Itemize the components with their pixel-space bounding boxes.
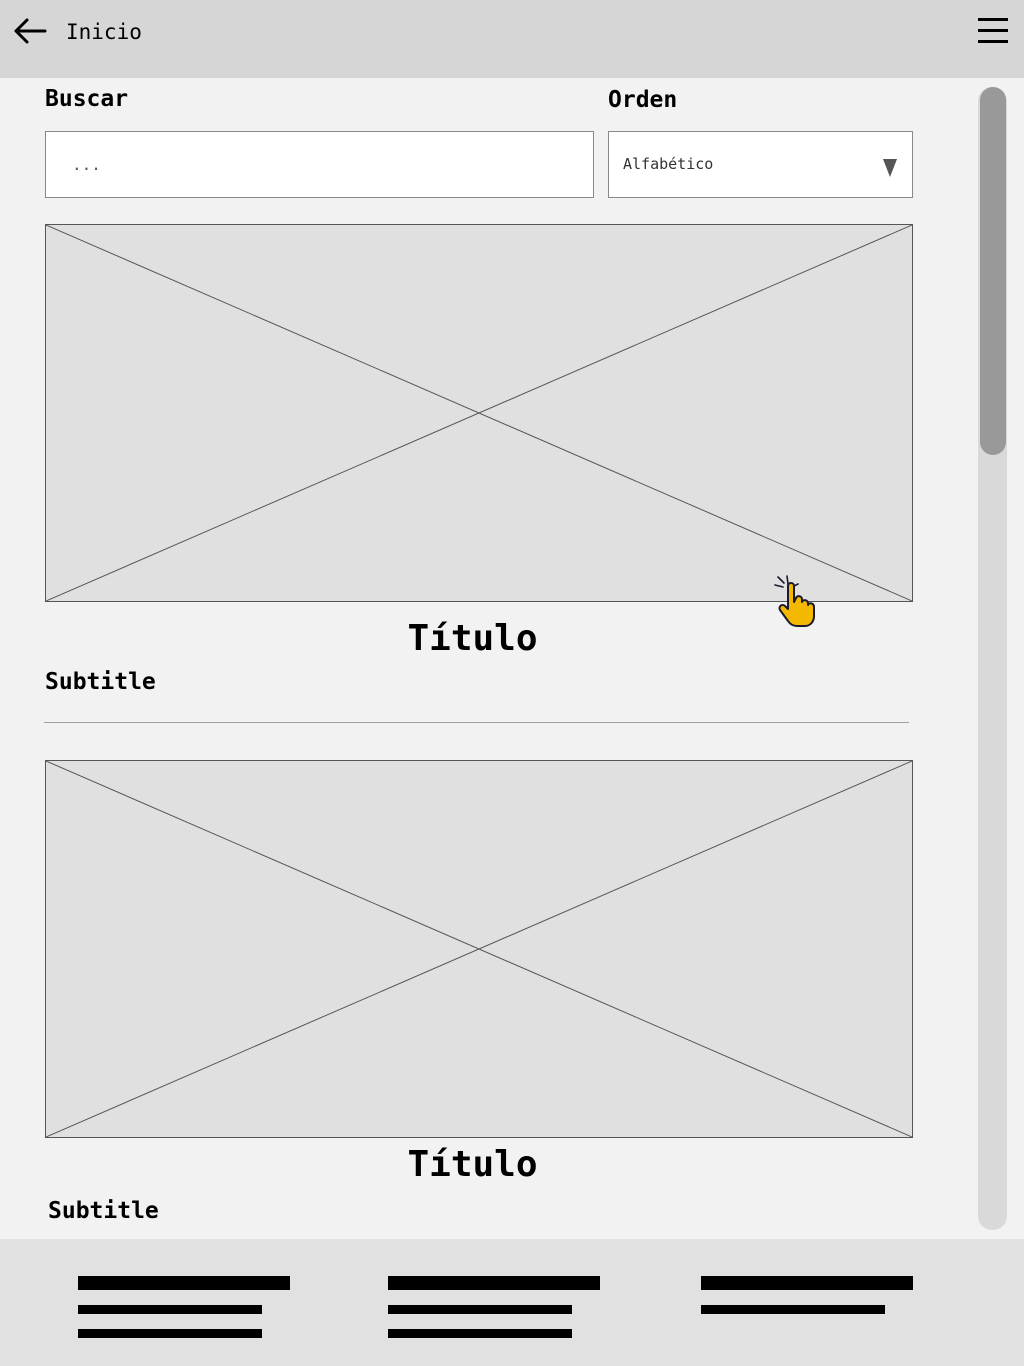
footer-link-line [388, 1329, 572, 1338]
footer-link-line [701, 1276, 913, 1290]
order-select-value: Alfabético [623, 155, 714, 173]
footer-bar [0, 1239, 1024, 1366]
footer-link-2[interactable] [388, 1276, 600, 1338]
card-subtitle-2: Subtitle [48, 1198, 159, 1224]
menu-button[interactable] [975, 16, 1011, 46]
footer-link-line [388, 1305, 572, 1314]
footer-link-line [78, 1276, 290, 1290]
footer-link-1[interactable] [78, 1276, 290, 1338]
card-image-1[interactable] [45, 224, 913, 602]
top-bar: Inicio [0, 0, 1024, 78]
card-image-2[interactable] [45, 760, 913, 1138]
search-label: Buscar [45, 86, 129, 112]
order-label: Orden [608, 87, 678, 113]
order-select[interactable]: Alfabético [608, 131, 913, 198]
footer-link-line [78, 1305, 262, 1314]
divider [44, 722, 909, 723]
arrow-left-icon [14, 18, 47, 44]
footer-link-line [701, 1305, 885, 1314]
back-button[interactable] [12, 14, 48, 48]
triangle-down-icon [883, 159, 897, 177]
pointer-hand-icon [774, 575, 815, 627]
hamburger-menu-icon [978, 18, 1008, 43]
card-subtitle-1: Subtitle [45, 669, 156, 695]
card-title-2: Título [407, 1144, 538, 1185]
footer-link-3[interactable] [701, 1276, 913, 1314]
image-placeholder-icon [46, 761, 912, 1137]
scrollbar-thumb[interactable] [980, 87, 1006, 455]
image-placeholder-icon [46, 225, 912, 601]
footer-link-line [388, 1276, 600, 1290]
back-label[interactable]: Inicio [66, 20, 142, 44]
footer-link-line [78, 1329, 262, 1338]
search-input[interactable] [45, 131, 594, 198]
